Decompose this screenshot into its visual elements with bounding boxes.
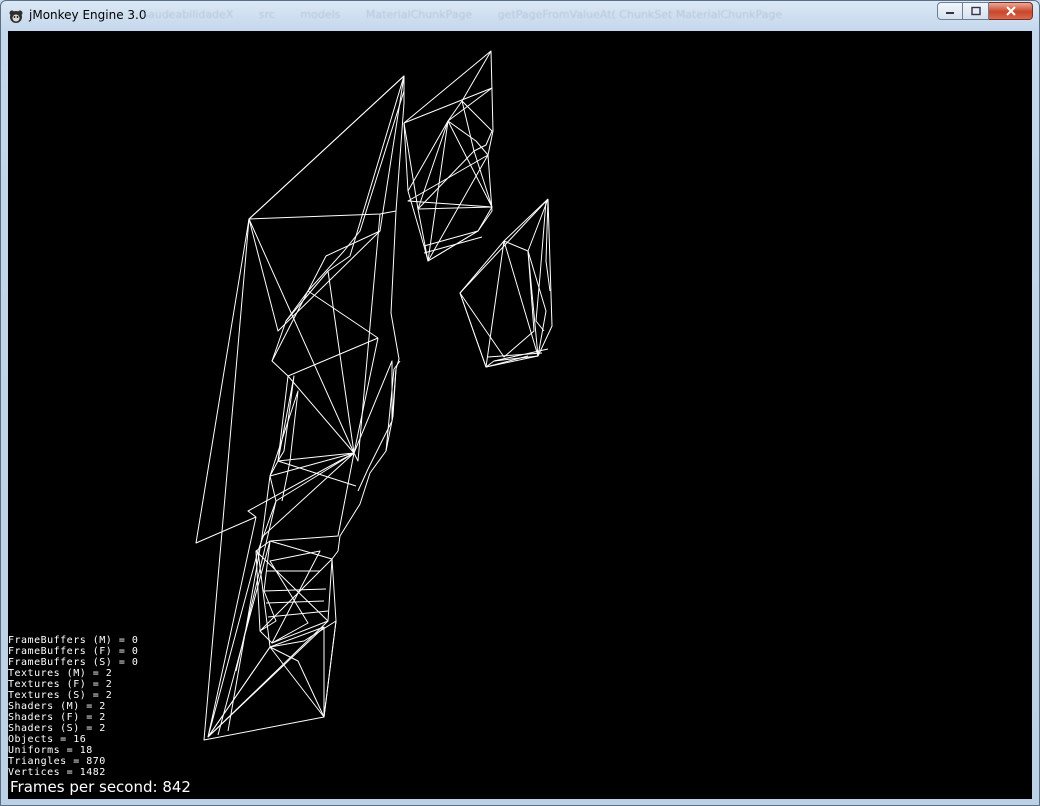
stat-line: FrameBuffers (M) = 0	[8, 635, 139, 646]
maximize-icon	[970, 6, 981, 16]
close-button[interactable]	[989, 2, 1033, 20]
stat-line: Objects = 16	[8, 734, 87, 745]
crumb: MaterialChunkPage	[365, 8, 473, 21]
stat-line: Triangles = 870	[8, 756, 106, 767]
render-viewport[interactable]: FrameBuffers (M) = 0 FrameBuffers (F) = …	[8, 31, 1032, 799]
stat-line: FrameBuffers (S) = 0	[8, 657, 139, 668]
title-bar[interactable]: jMonkey Engine 3.0 SaudeabilidadeX src m…	[1, 1, 1039, 31]
render-stats: FrameBuffers (M) = 0 FrameBuffers (F) = …	[8, 635, 138, 778]
crumb: src	[258, 8, 275, 21]
crumb: getPageFromValueAt( ChunkSet MaterialChu…	[497, 8, 783, 21]
crumb: SaudeabilidadeX	[141, 8, 234, 21]
app-window: jMonkey Engine 3.0 SaudeabilidadeX src m…	[0, 0, 1040, 806]
stat-line: Textures (F) = 2	[8, 679, 113, 690]
window-controls	[937, 2, 1033, 20]
stat-line: FrameBuffers (F) = 0	[8, 646, 139, 657]
maximize-button[interactable]	[963, 2, 989, 20]
close-icon	[1005, 6, 1016, 16]
fps-counter: Frames per second: 842	[10, 778, 191, 796]
minimize-icon	[946, 12, 954, 14]
wireframe-mesh	[195, 50, 553, 741]
stat-line: Shaders (S) = 2	[8, 723, 106, 734]
jmonkey-icon[interactable]	[8, 8, 24, 24]
stat-line: Shaders (M) = 2	[8, 701, 106, 712]
stat-line: Textures (M) = 2	[8, 668, 113, 679]
background-breadcrumbs: SaudeabilidadeX src models MaterialChunk…	[141, 8, 804, 21]
stat-line: Vertices = 1482	[8, 767, 106, 778]
stat-line: Uniforms = 18	[8, 745, 93, 756]
stat-line: Shaders (F) = 2	[8, 712, 106, 723]
stat-line: Textures (S) = 2	[8, 690, 113, 701]
window-title: jMonkey Engine 3.0	[29, 8, 147, 22]
minimize-button[interactable]	[937, 2, 963, 20]
crumb: models	[300, 8, 341, 21]
